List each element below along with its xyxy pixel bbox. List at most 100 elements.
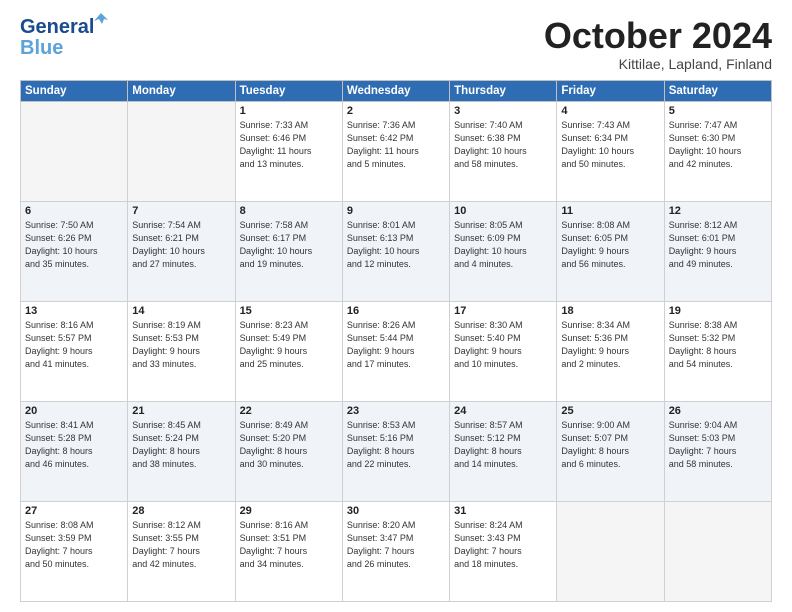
calendar-week-row: 13 Sunrise: 8:16 AM Sunset: 5:57 PM Dayli… [21, 301, 772, 401]
day-number: 20 [25, 405, 123, 417]
title-block: October 2024 Kittilae, Lapland, Finland [544, 16, 772, 72]
day-info: Sunrise: 8:08 AM Sunset: 3:59 PM Dayligh… [25, 519, 123, 571]
table-row: 19 Sunrise: 8:38 AM Sunset: 5:32 PM Dayli… [664, 301, 771, 401]
day-info: Sunrise: 8:19 AM Sunset: 5:53 PM Dayligh… [132, 319, 230, 371]
day-info: Sunrise: 8:08 AM Sunset: 6:05 PM Dayligh… [561, 219, 659, 271]
day-number: 5 [669, 105, 767, 117]
day-number: 21 [132, 405, 230, 417]
table-row [21, 101, 128, 201]
day-info: Sunrise: 8:16 AM Sunset: 5:57 PM Dayligh… [25, 319, 123, 371]
day-info: Sunrise: 8:30 AM Sunset: 5:40 PM Dayligh… [454, 319, 552, 371]
table-row: 22 Sunrise: 8:49 AM Sunset: 5:20 PM Dayli… [235, 401, 342, 501]
table-row: 15 Sunrise: 8:23 AM Sunset: 5:49 PM Dayli… [235, 301, 342, 401]
day-number: 25 [561, 405, 659, 417]
table-row: 1 Sunrise: 7:33 AM Sunset: 6:46 PM Daylig… [235, 101, 342, 201]
table-row: 5 Sunrise: 7:47 AM Sunset: 6:30 PM Daylig… [664, 101, 771, 201]
day-number: 23 [347, 405, 445, 417]
day-number: 26 [669, 405, 767, 417]
table-row: 20Sunrise: 8:41 AM Sunset: 5:28 PM Dayli… [21, 401, 128, 501]
day-number: 8 [240, 205, 338, 217]
calendar-header-row: Sunday Monday Tuesday Wednesday Thursday… [21, 80, 772, 101]
table-row: 30 Sunrise: 8:20 AM Sunset: 3:47 PM Dayli… [342, 501, 449, 601]
table-row: 6 Sunrise: 7:50 AM Sunset: 6:26 PM Daylig… [21, 201, 128, 301]
table-row: 2 Sunrise: 7:36 AM Sunset: 6:42 PM Daylig… [342, 101, 449, 201]
day-number: 17 [454, 305, 552, 317]
logo: General Blue [20, 16, 94, 60]
table-row: 27 Sunrise: 8:08 AM Sunset: 3:59 PM Dayli… [21, 501, 128, 601]
day-info: Sunrise: 9:04 AM Sunset: 5:03 PM Dayligh… [669, 419, 767, 471]
page: General Blue October 2024 Kittilae, Lapl… [0, 0, 792, 612]
logo-bird-icon [94, 12, 108, 26]
logo-general: General [20, 16, 94, 38]
col-monday: Monday [128, 80, 235, 101]
day-number: 1 [240, 105, 338, 117]
day-number: 14 [132, 305, 230, 317]
table-row: 16Sunrise: 8:26 AM Sunset: 5:44 PM Dayli… [342, 301, 449, 401]
col-tuesday: Tuesday [235, 80, 342, 101]
day-number: 11 [561, 205, 659, 217]
table-row: 17 Sunrise: 8:30 AM Sunset: 5:40 PM Dayli… [450, 301, 557, 401]
table-row: 8 Sunrise: 7:58 AM Sunset: 6:17 PM Daylig… [235, 201, 342, 301]
day-info: Sunrise: 8:16 AM Sunset: 3:51 PM Dayligh… [240, 519, 338, 571]
table-row [128, 101, 235, 201]
day-number: 12 [669, 205, 767, 217]
calendar-week-row: 6 Sunrise: 7:50 AM Sunset: 6:26 PM Daylig… [21, 201, 772, 301]
day-number: 7 [132, 205, 230, 217]
col-friday: Friday [557, 80, 664, 101]
day-info: Sunrise: 9:00 AM Sunset: 5:07 PM Dayligh… [561, 419, 659, 471]
col-thursday: Thursday [450, 80, 557, 101]
month-title: October 2024 [544, 16, 772, 56]
day-info: Sunrise: 8:38 AM Sunset: 5:32 PM Dayligh… [669, 319, 767, 371]
day-info: Sunrise: 7:58 AM Sunset: 6:17 PM Dayligh… [240, 219, 338, 271]
calendar-week-row: 20Sunrise: 8:41 AM Sunset: 5:28 PM Dayli… [21, 401, 772, 501]
day-number: 31 [454, 505, 552, 517]
day-info: Sunrise: 7:47 AM Sunset: 6:30 PM Dayligh… [669, 119, 767, 171]
day-info: Sunrise: 8:49 AM Sunset: 5:20 PM Dayligh… [240, 419, 338, 471]
col-wednesday: Wednesday [342, 80, 449, 101]
day-number: 24 [454, 405, 552, 417]
day-info: Sunrise: 8:12 AM Sunset: 6:01 PM Dayligh… [669, 219, 767, 271]
day-number: 27 [25, 505, 123, 517]
day-info: Sunrise: 8:20 AM Sunset: 3:47 PM Dayligh… [347, 519, 445, 571]
day-info: Sunrise: 8:23 AM Sunset: 5:49 PM Dayligh… [240, 319, 338, 371]
table-row [664, 501, 771, 601]
table-row: 31 Sunrise: 8:24 AM Sunset: 3:43 PM Dayli… [450, 501, 557, 601]
table-row: 11 Sunrise: 8:08 AM Sunset: 6:05 PM Dayli… [557, 201, 664, 301]
day-info: Sunrise: 8:24 AM Sunset: 3:43 PM Dayligh… [454, 519, 552, 571]
col-sunday: Sunday [21, 80, 128, 101]
day-number: 13 [25, 305, 123, 317]
day-number: 18 [561, 305, 659, 317]
day-info: Sunrise: 7:33 AM Sunset: 6:46 PM Dayligh… [240, 119, 338, 171]
day-number: 15 [240, 305, 338, 317]
day-number: 9 [347, 205, 445, 217]
table-row: 24Sunrise: 8:57 AM Sunset: 5:12 PM Dayli… [450, 401, 557, 501]
day-number: 22 [240, 405, 338, 417]
logo-blue: Blue [20, 37, 63, 60]
table-row: 21Sunrise: 8:45 AM Sunset: 5:24 PM Dayli… [128, 401, 235, 501]
table-row: 26 Sunrise: 9:04 AM Sunset: 5:03 PM Dayli… [664, 401, 771, 501]
day-info: Sunrise: 7:50 AM Sunset: 6:26 PM Dayligh… [25, 219, 123, 271]
day-info: Sunrise: 7:36 AM Sunset: 6:42 PM Dayligh… [347, 119, 445, 171]
header: General Blue October 2024 Kittilae, Lapl… [20, 16, 772, 72]
day-number: 30 [347, 505, 445, 517]
day-number: 2 [347, 105, 445, 117]
calendar-week-row: 1 Sunrise: 7:33 AM Sunset: 6:46 PM Daylig… [21, 101, 772, 201]
day-number: 6 [25, 205, 123, 217]
table-row: 25 Sunrise: 9:00 AM Sunset: 5:07 PM Dayli… [557, 401, 664, 501]
table-row: 29 Sunrise: 8:16 AM Sunset: 3:51 PM Dayli… [235, 501, 342, 601]
day-info: Sunrise: 8:53 AM Sunset: 5:16 PM Dayligh… [347, 419, 445, 471]
table-row: 13 Sunrise: 8:16 AM Sunset: 5:57 PM Dayli… [21, 301, 128, 401]
table-row: 10Sunrise: 8:05 AM Sunset: 6:09 PM Dayli… [450, 201, 557, 301]
day-info: Sunrise: 8:12 AM Sunset: 3:55 PM Dayligh… [132, 519, 230, 571]
day-info: Sunrise: 8:01 AM Sunset: 6:13 PM Dayligh… [347, 219, 445, 271]
table-row: 23 Sunrise: 8:53 AM Sunset: 5:16 PM Dayli… [342, 401, 449, 501]
table-row: 14 Sunrise: 8:19 AM Sunset: 5:53 PM Dayli… [128, 301, 235, 401]
day-number: 10 [454, 205, 552, 217]
day-info: Sunrise: 8:26 AM Sunset: 5:44 PM Dayligh… [347, 319, 445, 371]
day-number: 19 [669, 305, 767, 317]
table-row: 7Sunrise: 7:54 AM Sunset: 6:21 PM Daylig… [128, 201, 235, 301]
day-number: 29 [240, 505, 338, 517]
day-info: Sunrise: 8:34 AM Sunset: 5:36 PM Dayligh… [561, 319, 659, 371]
table-row: 4Sunrise: 7:43 AM Sunset: 6:34 PM Daylig… [557, 101, 664, 201]
table-row: 28Sunrise: 8:12 AM Sunset: 3:55 PM Dayli… [128, 501, 235, 601]
